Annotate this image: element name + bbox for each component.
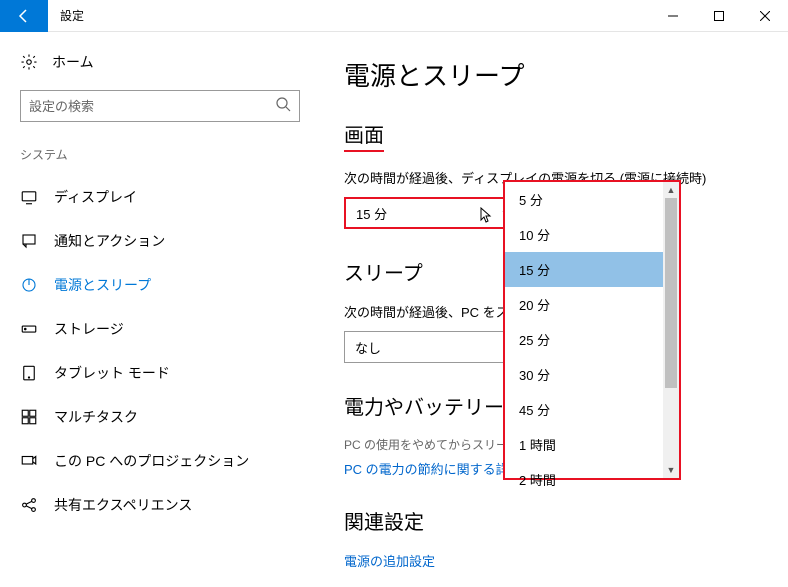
- search-input-container[interactable]: [20, 90, 300, 122]
- sidebar-item-label: 電源とスリープ: [54, 275, 151, 295]
- dropdown-panel: 5 分 10 分 15 分 20 分 25 分 30 分 45 分 1 時間 2…: [503, 180, 681, 480]
- sidebar-item-storage[interactable]: ストレージ: [0, 307, 320, 351]
- dropdown-option[interactable]: 30 分: [505, 357, 663, 392]
- sidebar-item-label: マルチタスク: [54, 407, 138, 427]
- sidebar: ホーム システム ディスプレイ 通知とアクション 電源とスリープ ストレージ タ: [0, 32, 320, 587]
- close-button[interactable]: [742, 0, 788, 32]
- search-icon: [275, 96, 291, 117]
- sidebar-item-multitask[interactable]: マルチタスク: [0, 395, 320, 439]
- sleep-timeout-select[interactable]: なし: [344, 331, 524, 363]
- multitask-icon: [20, 408, 38, 426]
- storage-icon: [20, 320, 38, 338]
- sidebar-item-label: タブレット モード: [54, 363, 170, 383]
- related-link[interactable]: 電源の追加設定: [344, 551, 760, 570]
- gear-icon: [20, 53, 38, 71]
- scrollbar-down-icon[interactable]: ▼: [663, 462, 679, 478]
- select-value: 15 分: [356, 204, 387, 223]
- home-button[interactable]: ホーム: [0, 52, 320, 90]
- sleep-field-label: 次の時間が経過後、PC をスリープ状態にする (電源に接続時): [344, 302, 524, 321]
- tablet-icon: [20, 364, 38, 382]
- share-icon: [20, 496, 38, 514]
- maximize-button[interactable]: [696, 0, 742, 32]
- minimize-button[interactable]: [650, 0, 696, 32]
- sidebar-item-label: ストレージ: [54, 319, 124, 339]
- display-icon: [20, 188, 38, 206]
- projection-icon: [20, 452, 38, 470]
- cursor-icon: [480, 207, 494, 228]
- home-label: ホーム: [52, 52, 94, 72]
- back-button[interactable]: [0, 0, 48, 32]
- sidebar-item-projection[interactable]: この PC へのプロジェクション: [0, 439, 320, 483]
- select-value: なし: [355, 338, 381, 357]
- sidebar-item-shared[interactable]: 共有エクスペリエンス: [0, 483, 320, 527]
- screen-timeout-select[interactable]: 15 分: [344, 197, 524, 229]
- screen-heading: 画面: [344, 119, 760, 152]
- sidebar-item-notifications[interactable]: 通知とアクション: [0, 219, 320, 263]
- scrollbar-thumb[interactable]: [665, 198, 677, 388]
- page-title: 電源とスリープ: [344, 56, 760, 93]
- sidebar-item-label: ディスプレイ: [54, 187, 137, 207]
- sidebar-item-display[interactable]: ディスプレイ: [0, 175, 320, 219]
- sidebar-item-label: 共有エクスペリエンス: [54, 495, 192, 515]
- notification-icon: [20, 232, 38, 250]
- window-title: 設定: [60, 7, 650, 24]
- dropdown-option[interactable]: 5 分: [505, 182, 663, 217]
- sidebar-item-tablet[interactable]: タブレット モード: [0, 351, 320, 395]
- search-input[interactable]: [29, 99, 275, 114]
- scrollbar-up-icon[interactable]: ▲: [663, 182, 679, 198]
- category-label: システム: [0, 146, 320, 175]
- power-icon: [20, 276, 38, 294]
- dropdown-option[interactable]: 2 時間: [505, 462, 663, 497]
- sidebar-item-label: この PC へのプロジェクション: [54, 451, 249, 471]
- sidebar-item-label: 通知とアクション: [54, 231, 165, 251]
- main-content: 電源とスリープ 画面 次の時間が経過後、ディスプレイの電源を切る (電源に接続時…: [320, 32, 788, 587]
- dropdown-option[interactable]: 45 分: [505, 392, 663, 427]
- dropdown-option[interactable]: 10 分: [505, 217, 663, 252]
- titlebar: 設定: [0, 0, 788, 32]
- related-heading: 関連設定: [344, 506, 760, 535]
- dropdown-option-selected[interactable]: 15 分: [505, 252, 663, 287]
- dropdown-option[interactable]: 1 時間: [505, 427, 663, 462]
- dropdown-option[interactable]: 25 分: [505, 322, 663, 357]
- dropdown-option[interactable]: 20 分: [505, 287, 663, 322]
- sidebar-item-power[interactable]: 電源とスリープ: [0, 263, 320, 307]
- scrollbar[interactable]: ▲ ▼: [663, 182, 679, 478]
